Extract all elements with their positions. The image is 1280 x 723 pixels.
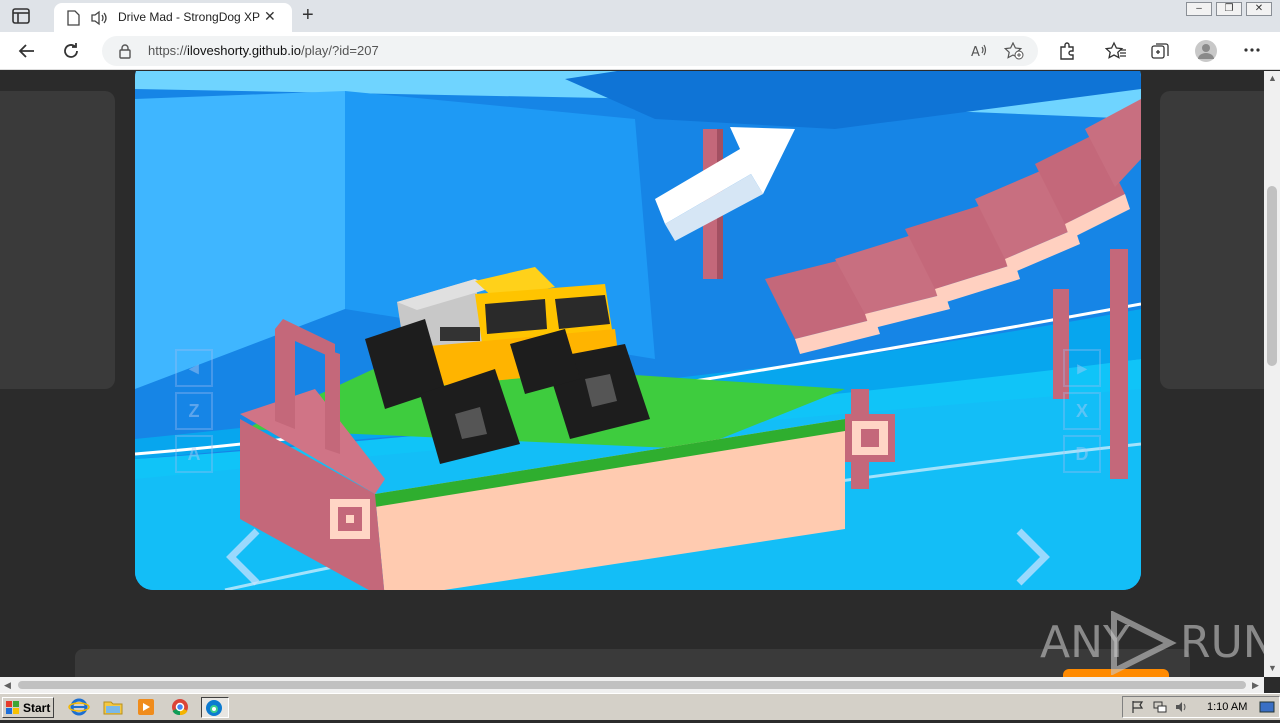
scroll-up-arrow-icon[interactable]: ▲: [1268, 73, 1277, 83]
lock-icon[interactable]: [118, 43, 132, 64]
minimize-button[interactable]: –: [1186, 2, 1212, 16]
favorite-add-icon[interactable]: [1003, 41, 1024, 65]
start-button[interactable]: Start: [2, 697, 54, 718]
carousel-next-icon[interactable]: [1013, 527, 1053, 590]
start-label: Start: [23, 701, 51, 715]
next-game-card[interactable]: [1160, 91, 1264, 389]
key-hint-x[interactable]: X: [1063, 392, 1101, 430]
url-path: /play/?id=207: [300, 43, 379, 58]
key-hint-left[interactable]: ◂: [175, 349, 213, 387]
previous-game-card[interactable]: [0, 91, 115, 389]
active-tab[interactable]: Drive Mad - StrongDog XP ✕: [54, 3, 292, 32]
key-hint-right[interactable]: ▸: [1063, 349, 1101, 387]
vertical-scrollbar[interactable]: ▲ ▼: [1264, 71, 1280, 677]
profile-avatar[interactable]: [1194, 39, 1218, 68]
volume-icon[interactable]: [1175, 700, 1189, 719]
network-icon[interactable]: [1153, 700, 1167, 719]
window-controls: – ❐ ✕: [1186, 2, 1272, 16]
windows-flag-icon: [6, 701, 20, 715]
restore-button[interactable]: ❐: [1216, 2, 1242, 16]
extensions-icon[interactable]: [1057, 41, 1077, 66]
game-info-card: [75, 649, 1190, 677]
flag-icon[interactable]: [1131, 700, 1145, 719]
file-explorer-icon[interactable]: [102, 697, 126, 718]
scroll-right-arrow-icon[interactable]: ▶: [1252, 680, 1259, 691]
read-aloud-icon[interactable]: A: [970, 42, 988, 65]
page-viewport: ◂ Z A ▸ X D ANY RUN: [0, 71, 1264, 677]
edge-icon[interactable]: [201, 697, 229, 718]
scroll-down-arrow-icon[interactable]: ▼: [1268, 663, 1277, 673]
watermark-play-icon: [1108, 610, 1178, 677]
key-hint-a[interactable]: A: [175, 435, 213, 473]
collections-icon[interactable]: [1150, 41, 1170, 66]
watermark-right: RUN: [1180, 617, 1264, 668]
new-tab-button[interactable]: +: [302, 4, 314, 27]
internet-explorer-icon[interactable]: [68, 697, 92, 718]
windows-taskbar: Start 1:10 AM: [0, 693, 1280, 720]
clock[interactable]: 1:10 AM: [1207, 701, 1247, 713]
vertical-scroll-thumb[interactable]: [1267, 186, 1277, 366]
svg-text:A: A: [971, 45, 980, 60]
close-window-button[interactable]: ✕: [1246, 2, 1272, 16]
favorites-icon[interactable]: [1104, 41, 1127, 66]
key-hint-d[interactable]: D: [1063, 435, 1101, 473]
key-hint-z[interactable]: Z: [175, 392, 213, 430]
browser-toolbar: https://iloveshorty.github.io/play/?id=2…: [0, 32, 1280, 70]
tab-close-icon[interactable]: ✕: [264, 8, 276, 25]
game-scene: [135, 71, 1141, 590]
url-prefix: https://: [148, 43, 188, 58]
horizontal-scrollbar[interactable]: ◀ ▶: [0, 677, 1264, 693]
carousel-prev-icon[interactable]: [223, 527, 263, 590]
url-text[interactable]: https://iloveshorty.github.io/play/?id=2…: [148, 43, 379, 58]
speaker-icon[interactable]: [90, 10, 110, 31]
tab-bar: Drive Mad - StrongDog XP ✕ + – ❐ ✕: [0, 0, 1280, 32]
address-bar[interactable]: https://iloveshorty.github.io/play/?id=2…: [102, 36, 1038, 66]
tab-actions-icon[interactable]: [10, 6, 32, 26]
more-menu-icon[interactable]: [1242, 42, 1262, 63]
refresh-icon[interactable]: [60, 40, 82, 62]
back-arrow-icon[interactable]: [16, 40, 38, 62]
tab-title: Drive Mad - StrongDog XP: [118, 10, 261, 24]
scroll-left-arrow-icon[interactable]: ◀: [4, 680, 11, 691]
game-canvas[interactable]: ◂ Z A ▸ X D: [135, 71, 1141, 590]
show-desktop-icon[interactable]: [1259, 700, 1275, 719]
url-host: iloveshorty.github.io: [187, 43, 301, 58]
chrome-icon[interactable]: [169, 697, 193, 718]
system-tray: 1:10 AM: [1122, 696, 1280, 718]
media-player-icon[interactable]: [135, 697, 159, 718]
page-icon: [66, 10, 80, 31]
horizontal-scroll-thumb[interactable]: [18, 681, 1246, 689]
